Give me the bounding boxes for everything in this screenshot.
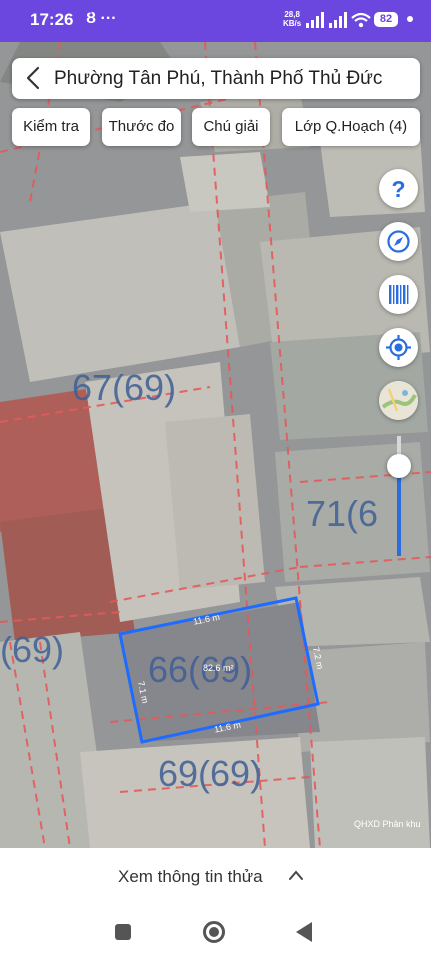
planning-layer-button[interactable]: Lớp Q.Hoạch (4) xyxy=(282,108,420,146)
signal-icon-2 xyxy=(329,12,347,28)
parcel-info-link[interactable]: Xem thông tin thửa xyxy=(118,867,263,887)
edge-length-right: 7.2 m xyxy=(311,646,325,670)
compass-button[interactable] xyxy=(379,222,418,261)
zoom-slider-track-lower xyxy=(397,466,401,556)
back-chevron-icon[interactable] xyxy=(22,66,46,90)
parcel-label: 69(69) xyxy=(158,753,262,794)
basemap-thumbnail xyxy=(379,381,418,420)
parcel-label: 66(69) xyxy=(148,649,252,690)
status-bar: 17:26 Ȣ ··· 28,8 KB/s 82 xyxy=(0,0,431,42)
home-button[interactable] xyxy=(203,921,225,943)
legend-button[interactable]: Chú giải xyxy=(192,108,270,146)
parcel-area: 82.6 m² xyxy=(203,663,234,673)
network-speed-value: 28,8 xyxy=(284,10,300,19)
measure-button[interactable]: Thước đo xyxy=(102,108,181,146)
location-header: Phường Tân Phú, Thành Phố Thủ Đức xyxy=(12,58,420,99)
edge-length-bottom: 11.6 m xyxy=(213,720,241,735)
basemap-button[interactable] xyxy=(379,381,418,420)
edge-length-top: 11.6 m xyxy=(192,612,220,627)
barcode-button[interactable] xyxy=(379,275,418,314)
map-view[interactable]: 67(69) 71(6 (69) 66(69) 69(69) 11.6 m 11… xyxy=(0,42,431,848)
map-layer-watermark: QHXD Phân khu xyxy=(354,819,421,829)
chevron-up-icon[interactable] xyxy=(288,869,304,881)
network-speed: 28,8 KB/s xyxy=(283,10,301,28)
locate-icon xyxy=(386,335,411,360)
bottom-panel[interactable]: Xem thông tin thửa xyxy=(0,848,431,906)
check-button[interactable]: Kiểm tra xyxy=(12,108,90,146)
parcel-label-layer: 67(69) 71(6 (69) 66(69) 69(69) 11.6 m 11… xyxy=(0,367,378,794)
help-icon: ? xyxy=(391,176,405,202)
signal-icon xyxy=(306,12,324,28)
locate-button[interactable] xyxy=(379,328,418,367)
help-button[interactable]: ? xyxy=(379,169,418,208)
clock: 17:26 xyxy=(30,10,74,29)
network-speed-unit: KB/s xyxy=(283,19,302,28)
page-title: Phường Tân Phú, Thành Phố Thủ Đức xyxy=(54,68,383,89)
compass-icon xyxy=(387,230,410,253)
notification-icons: Ȣ ··· xyxy=(86,10,117,27)
system-back-button[interactable] xyxy=(296,922,312,942)
battery-icon: 82 xyxy=(374,12,398,27)
system-navigation-bar xyxy=(0,906,431,960)
wifi-icon xyxy=(351,12,371,28)
parcel-label: (69) xyxy=(0,629,64,670)
svg-text:?: ? xyxy=(391,176,405,202)
parcel-label: 67(69) xyxy=(72,367,176,408)
barcode-icon xyxy=(389,285,409,304)
notification-dot xyxy=(407,16,413,22)
parcel-label: 71(6 xyxy=(306,493,378,534)
zoom-slider-thumb[interactable] xyxy=(387,454,411,478)
recent-apps-button[interactable] xyxy=(115,924,131,940)
